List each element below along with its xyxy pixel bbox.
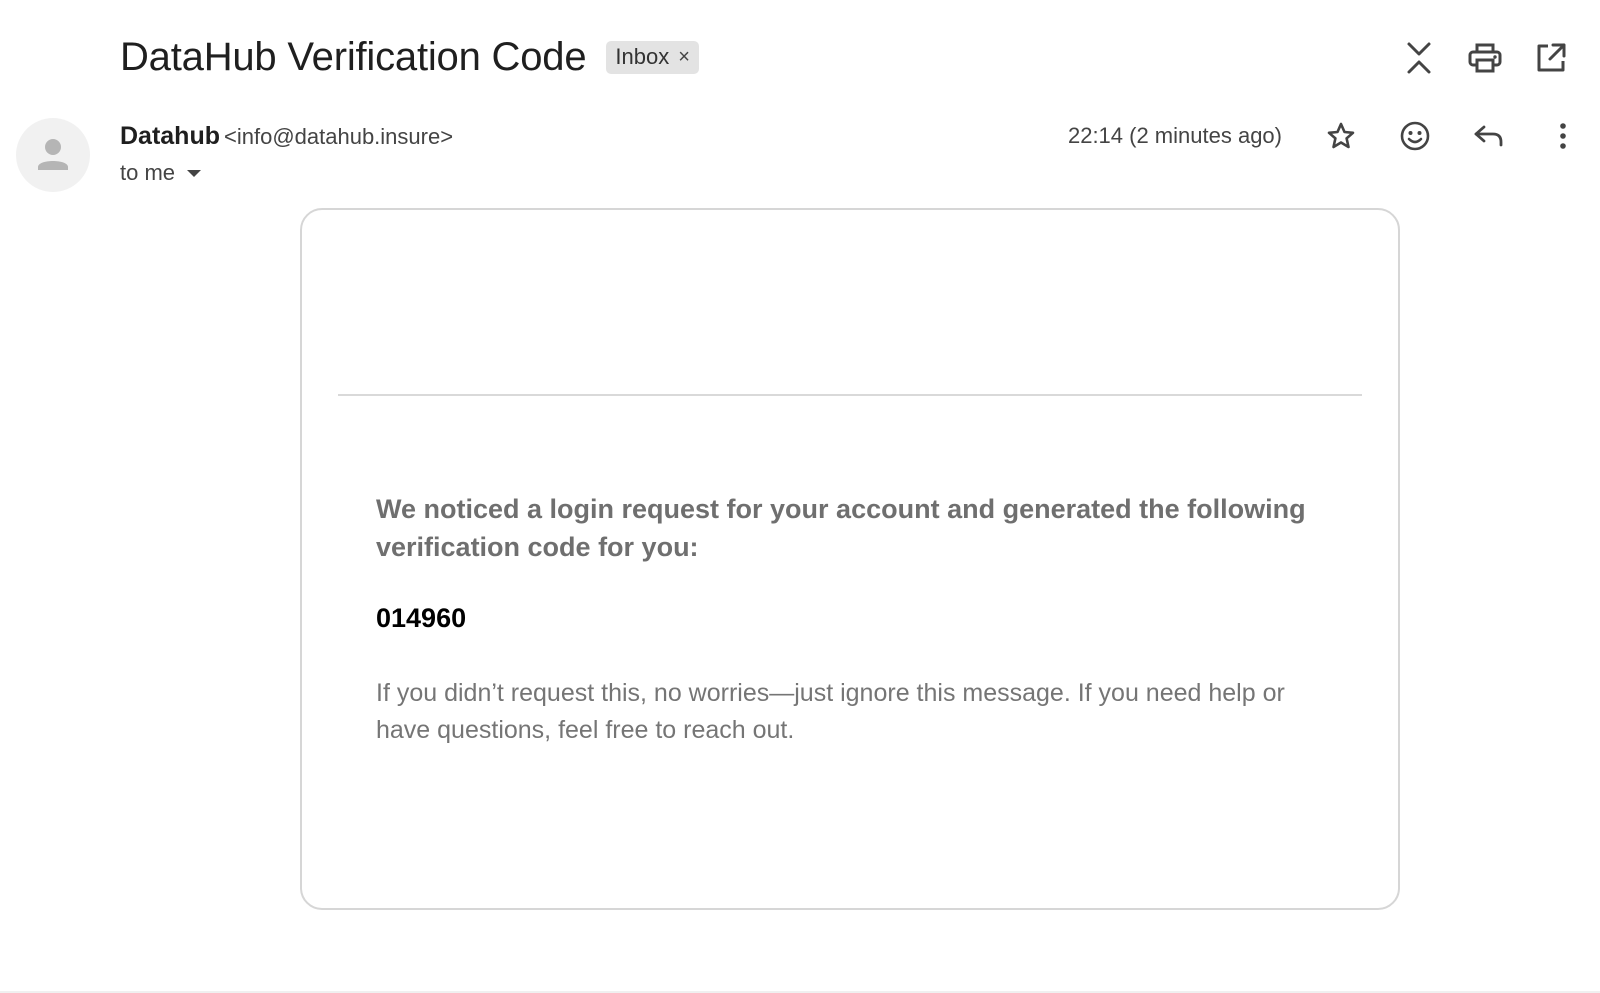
sender-line: Datahub <info@datahub.insure> <box>120 122 453 151</box>
add-reaction-button[interactable] <box>1378 114 1452 158</box>
more-options-icon <box>1560 123 1566 149</box>
verification-code: 014960 <box>376 603 467 633</box>
recipient-details-toggle[interactable]: to me <box>120 160 202 186</box>
print-button[interactable] <box>1452 38 1518 78</box>
remove-label-icon[interactable]: × <box>678 47 690 67</box>
intro-text: We noticed a login request for your acco… <box>376 494 1306 562</box>
sender-avatar[interactable] <box>16 118 90 192</box>
reply-icon <box>1474 125 1503 147</box>
email-body-card: We noticed a login request for your acco… <box>300 208 1400 910</box>
email-subject: DataHub Verification Code <box>120 34 587 79</box>
collapse-all-icon <box>1407 42 1431 74</box>
sender-name[interactable]: Datahub <box>120 122 220 150</box>
recipient-text: to me <box>120 160 176 185</box>
message-timestamp: 22:14 (2 minutes ago) <box>1067 123 1282 148</box>
emoji-reaction-icon <box>1400 121 1430 151</box>
more-options-button[interactable] <box>1526 114 1600 158</box>
open-in-new-window-icon <box>1537 43 1566 72</box>
star-icon <box>1327 122 1355 149</box>
inbox-label-text: Inbox <box>615 44 670 69</box>
inbox-label-chip[interactable]: Inbox × <box>606 40 699 74</box>
sender-email: <info@datahub.insure> <box>224 124 454 149</box>
thread-actions <box>1386 38 1584 78</box>
chevron-down-icon <box>187 169 202 177</box>
message-actions: 22:14 (2 minutes ago) <box>1068 114 1600 158</box>
print-icon <box>1468 43 1502 73</box>
person-icon <box>38 139 68 170</box>
header-divider <box>338 394 1362 396</box>
footer-text: If you didn’t request this, no worries—j… <box>376 679 1285 744</box>
open-new-window-button[interactable] <box>1518 38 1584 78</box>
collapse-all-button[interactable] <box>1386 38 1452 78</box>
star-button[interactable] <box>1304 114 1378 158</box>
reply-button[interactable] <box>1452 114 1526 158</box>
subject-row: DataHub Verification Code Inbox × <box>120 30 699 84</box>
